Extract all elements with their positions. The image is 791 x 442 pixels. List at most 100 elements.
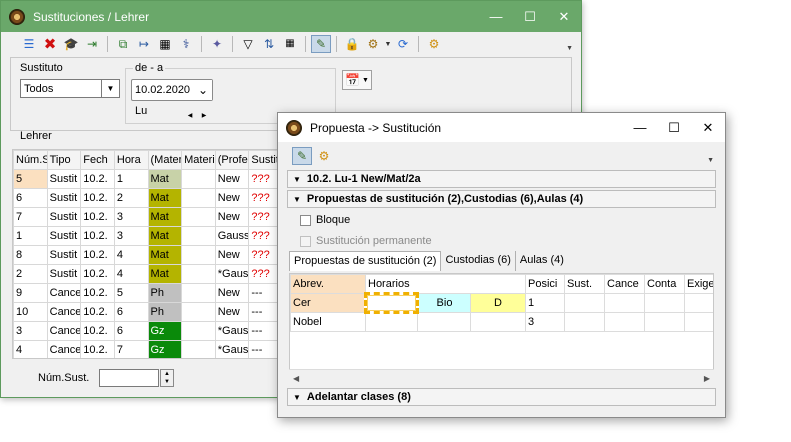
table-cell[interactable]: 5 (113, 283, 149, 303)
table-cell[interactable]: 6 (113, 302, 149, 322)
tab-proposals[interactable]: Propuestas de sustitución (2) (289, 251, 442, 271)
table-cell[interactable]: Mat (147, 245, 183, 265)
proposal-titlebar[interactable]: Propuesta -> Sustitución — ☐ ✕ (278, 113, 725, 142)
table-cell[interactable]: 4 (13, 340, 48, 358)
table-cell[interactable] (181, 340, 216, 358)
table-cell[interactable]: 10.2. (80, 207, 115, 227)
table-cell[interactable]: 4 (113, 245, 149, 265)
table-cell[interactable]: Sustit (46, 188, 82, 208)
table-cell[interactable]: 3 (113, 226, 149, 246)
table-cell[interactable] (684, 312, 713, 332)
edit-icon[interactable]: ✎ (292, 147, 312, 165)
tab-aulas[interactable]: Aulas (4) (516, 251, 568, 271)
table-cell[interactable]: Mat (147, 207, 183, 227)
table-cell[interactable]: ??? (248, 264, 277, 284)
table-cell[interactable]: New (214, 169, 250, 189)
table-cell[interactable] (181, 188, 216, 208)
table-cell[interactable]: 3 (525, 312, 565, 332)
table-cell[interactable]: New (214, 188, 250, 208)
table-cell[interactable]: 10.2. (80, 169, 115, 189)
table-cell[interactable] (181, 264, 216, 284)
checkbox-box[interactable] (300, 214, 311, 226)
table-cell[interactable]: Sustit (46, 245, 82, 265)
table-row[interactable]: 1 Sustit 10.2. 3 Mat Gauss??? (13, 226, 277, 246)
checkbox-box[interactable] (300, 235, 311, 247)
lesson-section-header[interactable]: ▼ 10.2. Lu-1 New/Mat/2a (287, 170, 716, 188)
table-cell[interactable]: *Gaus (214, 340, 250, 358)
proposals-section-header[interactable]: ▼ Propuestas de sustitución (2),Custodia… (287, 190, 716, 208)
table-cell[interactable]: 7 (113, 340, 149, 358)
table-cell[interactable]: Mat (147, 226, 183, 246)
table-cell[interactable] (181, 245, 216, 265)
table-cell[interactable]: New (214, 302, 250, 322)
table-cell[interactable]: Mat (147, 264, 183, 284)
table-cell[interactable] (181, 321, 216, 341)
close-button[interactable]: ✕ (547, 1, 581, 32)
export-icon[interactable]: ↦ (134, 35, 154, 53)
table-cell[interactable]: Mat (147, 169, 183, 189)
table-row[interactable]: 6 Sustit 10.2. 2 Mat New??? (13, 188, 277, 208)
chevron-right-icon[interactable]: ▶ (704, 374, 710, 383)
table-cell[interactable]: Sustit (46, 264, 82, 284)
stethoscope-icon[interactable]: ⚕ (176, 35, 196, 53)
table-cell[interactable]: 10.2. (80, 283, 115, 303)
table-cell[interactable]: --- (248, 283, 277, 303)
bloque-checkbox[interactable]: Bloque (300, 214, 350, 226)
lock-icon[interactable]: 🔒 (342, 35, 362, 53)
table-cell[interactable]: Sustit (46, 169, 82, 189)
table-cell[interactable] (364, 292, 419, 314)
table-cell[interactable]: New (214, 207, 250, 227)
table-row[interactable]: 9 Cance 10.2. 5 Ph New --- (13, 283, 277, 303)
table-cell[interactable]: 10 (13, 302, 48, 322)
permanent-substitution-checkbox[interactable]: Sustitución permanente (300, 235, 432, 247)
table-cell[interactable]: Nobel (290, 312, 366, 332)
day-nav-buttons[interactable]: ◀ ▶ (183, 109, 211, 121)
table-cell[interactable] (564, 312, 605, 332)
column-header[interactable]: Sustit (248, 150, 277, 170)
table-cell[interactable]: 6 (13, 188, 48, 208)
toolbar-overflow-icon[interactable]: ▼ (566, 45, 573, 52)
table-cell[interactable]: 3 (113, 207, 149, 227)
num-sust-stepper[interactable]: ▲ ▼ (160, 369, 174, 387)
filter-icon[interactable]: ▽ (238, 35, 258, 53)
calendar-button[interactable]: 📅 ▼ (342, 70, 372, 90)
table-cell[interactable] (564, 293, 605, 313)
table-cell[interactable]: 10.2. (80, 321, 115, 341)
table-cell[interactable]: Cance (46, 283, 82, 303)
table-cell[interactable]: 10.2. (80, 188, 115, 208)
table-cell[interactable] (181, 302, 216, 322)
table-cell[interactable]: Sustit (46, 226, 82, 246)
table-cell[interactable]: Sustit (46, 207, 82, 227)
table-cell[interactable]: 10.2. (80, 340, 115, 358)
column-header[interactable]: Sust. (564, 274, 605, 294)
table-cell[interactable] (644, 293, 685, 313)
delete-icon[interactable]: ✖ (40, 35, 60, 53)
table-cell[interactable]: 2 (13, 264, 48, 284)
column-header[interactable]: Tipo (46, 150, 82, 170)
chevron-left-icon[interactable]: ◀ (188, 112, 193, 119)
horizontal-scrollbar[interactable]: ◀ ▶ (289, 369, 714, 386)
table-row[interactable]: 5 Sustit 10.2. 1 Mat New??? (13, 169, 277, 189)
refresh-icon[interactable]: ⟳ (393, 35, 413, 53)
table-cell[interactable]: 3 (13, 321, 48, 341)
table-cell[interactable]: 1 (525, 293, 565, 313)
table-cell[interactable]: Cance (46, 302, 82, 322)
column-header[interactable]: Abrev. (290, 274, 366, 294)
table-cell[interactable]: Mat (147, 188, 183, 208)
table-cell[interactable]: 10.2. (80, 302, 115, 322)
chevron-left-icon[interactable]: ◀ (293, 374, 299, 383)
table-row[interactable]: 7 Sustit 10.2. 3 Mat New??? (13, 207, 277, 227)
table-cell[interactable]: 6 (113, 321, 149, 341)
chevron-down-icon[interactable]: ▼ (384, 35, 392, 53)
column-header[interactable] (470, 274, 526, 294)
column-header[interactable]: Materi (181, 150, 216, 170)
table-cell[interactable] (181, 283, 216, 303)
table-cell[interactable]: ??? (248, 169, 277, 189)
toolbar-overflow-icon[interactable]: ▼ (707, 157, 714, 164)
num-sust-input[interactable] (99, 369, 159, 387)
table-cell[interactable]: 1 (13, 226, 48, 246)
column-header[interactable]: (Mater (147, 150, 183, 170)
tab-custodias[interactable]: Custodias (6) (441, 251, 516, 271)
table-cell[interactable]: Ph (147, 302, 183, 322)
table-cell[interactable]: 8 (13, 245, 48, 265)
